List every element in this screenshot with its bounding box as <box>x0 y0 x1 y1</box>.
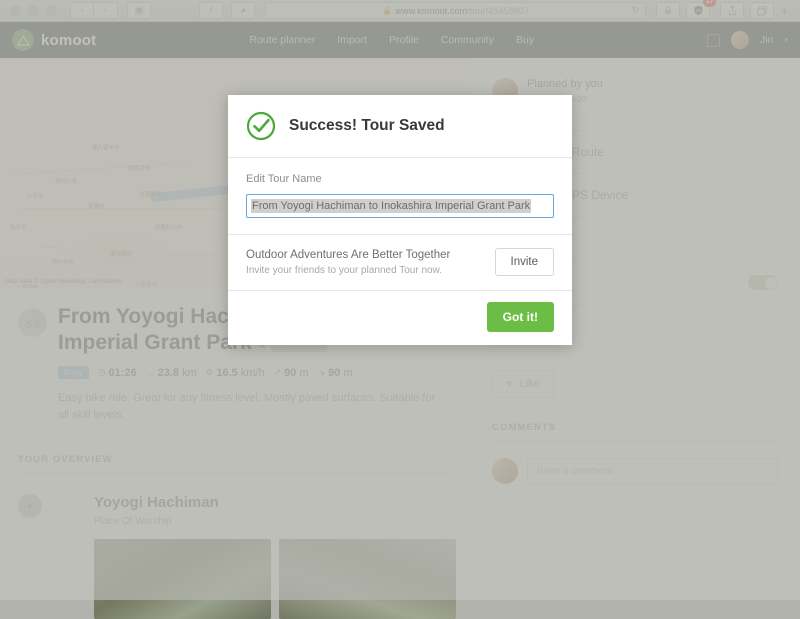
modal-title: Success! Tour Saved <box>289 117 445 134</box>
modal-header: Success! Tour Saved <box>228 95 572 158</box>
invite-subtext: Invite your friends to your planned Tour… <box>246 264 443 276</box>
tour-name-label: Edit Tour Name <box>246 173 322 185</box>
check-circle-icon <box>246 111 276 141</box>
success-modal: Success! Tour Saved Edit Tour Name From … <box>228 95 572 345</box>
modal-footer: Got it! <box>228 291 572 345</box>
invite-section: Outdoor Adventures Are Better Together I… <box>228 235 572 291</box>
tour-name-input[interactable]: From Yoyogi Hachiman to Inokashira Imper… <box>246 194 554 218</box>
modal-body: Edit Tour Name From Yoyogi Hachiman to I… <box>228 158 572 235</box>
tour-name-value: From Yoyogi Hachiman to Inokashira Imper… <box>251 199 532 213</box>
got-it-button[interactable]: Got it! <box>486 302 554 332</box>
invite-heading: Outdoor Adventures Are Better Together <box>246 248 451 261</box>
invite-button[interactable]: Invite <box>494 248 554 276</box>
